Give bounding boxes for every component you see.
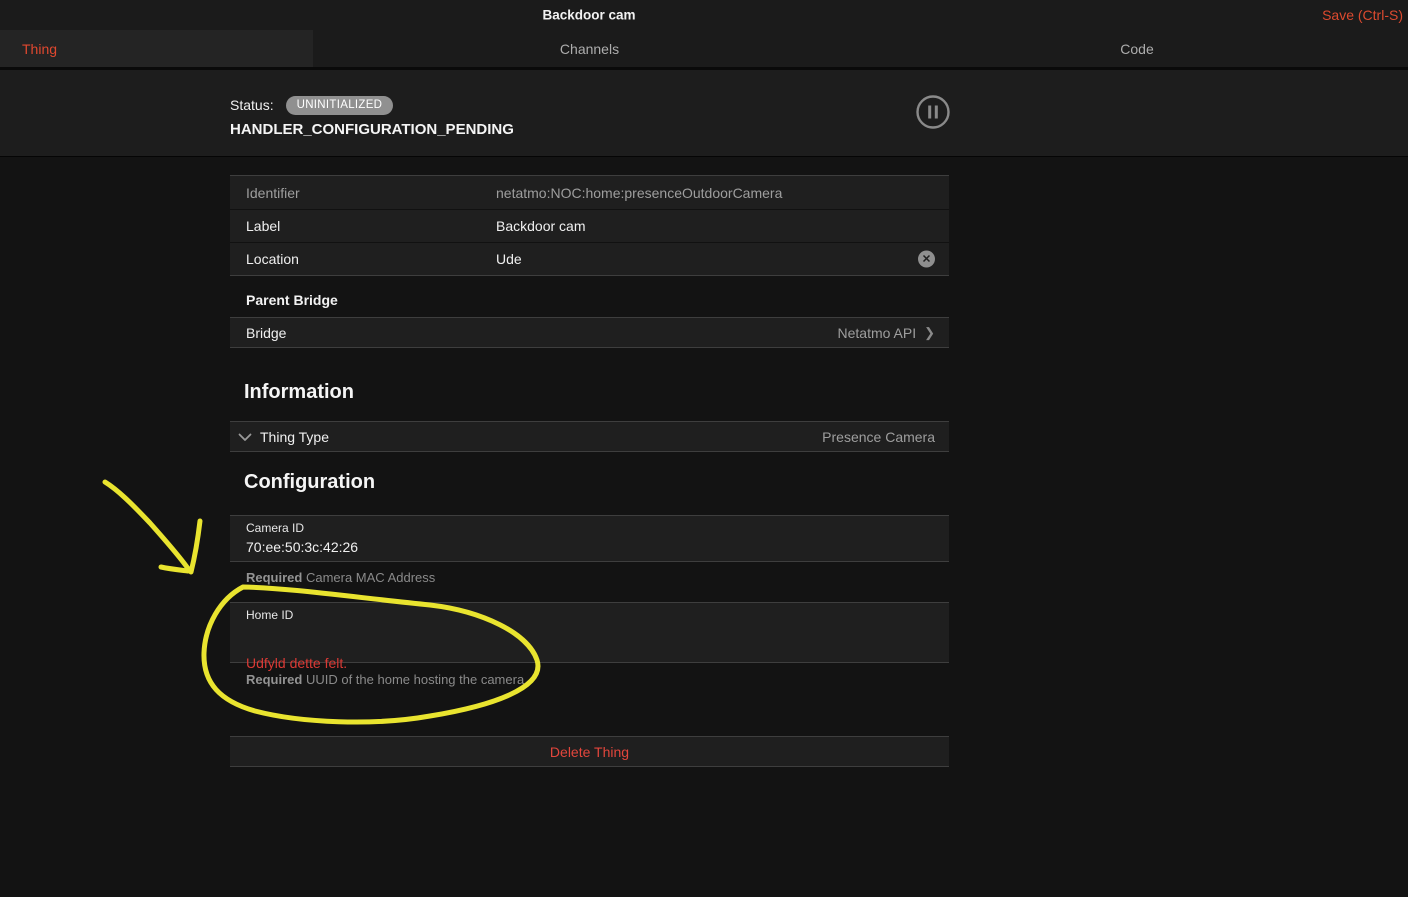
required-flag: Required (246, 672, 303, 687)
thing-type-value: Presence Camera (822, 428, 935, 445)
camera-id-helper: Required Camera MAC Address (230, 570, 949, 586)
location-input[interactable]: Ude (496, 251, 933, 267)
identifier-value: netatmo:NOC:home:presenceOutdoorCamera (496, 184, 783, 201)
home-id-input[interactable] (246, 624, 933, 642)
identifier-label: Identifier (246, 184, 300, 201)
status-label: Status: (230, 97, 274, 113)
tab-bar: Thing Channels Code (0, 30, 1408, 70)
window-titlebar: Backdoor cam Save (Ctrl-S) (0, 0, 1408, 30)
home-id-helper: Required UUID of the home hosting the ca… (230, 672, 949, 688)
configuration-heading: Configuration (244, 471, 376, 493)
identifier-row: Identifier netatmo:NOC:home:presenceOutd… (230, 176, 949, 209)
identity-list: Identifier netatmo:NOC:home:presenceOutd… (230, 175, 949, 276)
chevron-down-icon (238, 429, 252, 445)
home-id-validation-error: Udfyld dette felt. (246, 655, 348, 671)
chevron-right-icon: ❯ (924, 325, 935, 340)
information-heading: Information (244, 381, 354, 403)
camera-id-helper-text: Camera MAC Address (302, 570, 436, 585)
bridge-value: Netatmo API (837, 324, 917, 341)
status-badge: UNINITIALIZED (285, 95, 394, 115)
camera-id-field[interactable]: Camera ID 70:ee:50:3c:42:26 (230, 515, 949, 562)
home-id-helper-text: UUID of the home hosting the camera (302, 672, 525, 687)
parent-bridge-heading: Parent Bridge (246, 292, 338, 308)
home-id-label: Home ID (246, 608, 294, 622)
camera-id-input[interactable]: 70:ee:50:3c:42:26 (246, 540, 933, 568)
tab-channels[interactable]: Channels (313, 30, 866, 67)
delete-thing-button[interactable]: Delete Thing (230, 736, 949, 767)
location-row[interactable]: Location Ude ✕ (230, 242, 949, 275)
save-button[interactable]: Save (Ctrl-S) (1322, 7, 1403, 23)
location-label: Location (246, 251, 299, 267)
home-id-field[interactable]: Home ID Udfyld dette felt. (230, 602, 949, 671)
label-label: Label (246, 218, 281, 234)
page-title: Backdoor cam (542, 7, 636, 23)
required-flag: Required (246, 570, 303, 585)
pause-circle-icon[interactable] (916, 95, 950, 129)
thing-type-row[interactable]: Thing Type Presence Camera (230, 421, 949, 452)
status-detail: HANDLER_CONFIGURATION_PENDING (230, 121, 514, 138)
camera-id-label: Camera ID (246, 521, 305, 535)
label-input[interactable]: Backdoor cam (496, 218, 933, 234)
bridge-label: Bridge (246, 324, 287, 341)
bridge-row[interactable]: Bridge Netatmo API ❯ (230, 317, 949, 348)
thing-type-label: Thing Type (260, 428, 330, 445)
clear-location-icon[interactable]: ✕ (918, 250, 935, 268)
tab-code[interactable]: Code (866, 30, 1408, 67)
label-row[interactable]: Label Backdoor cam (230, 209, 949, 242)
thing-detail-content: Identifier netatmo:NOC:home:presenceOutd… (0, 175, 949, 767)
tab-thing[interactable]: Thing (0, 30, 313, 67)
status-section: Status: UNINITIALIZED HANDLER_CONFIGURAT… (0, 70, 1408, 157)
